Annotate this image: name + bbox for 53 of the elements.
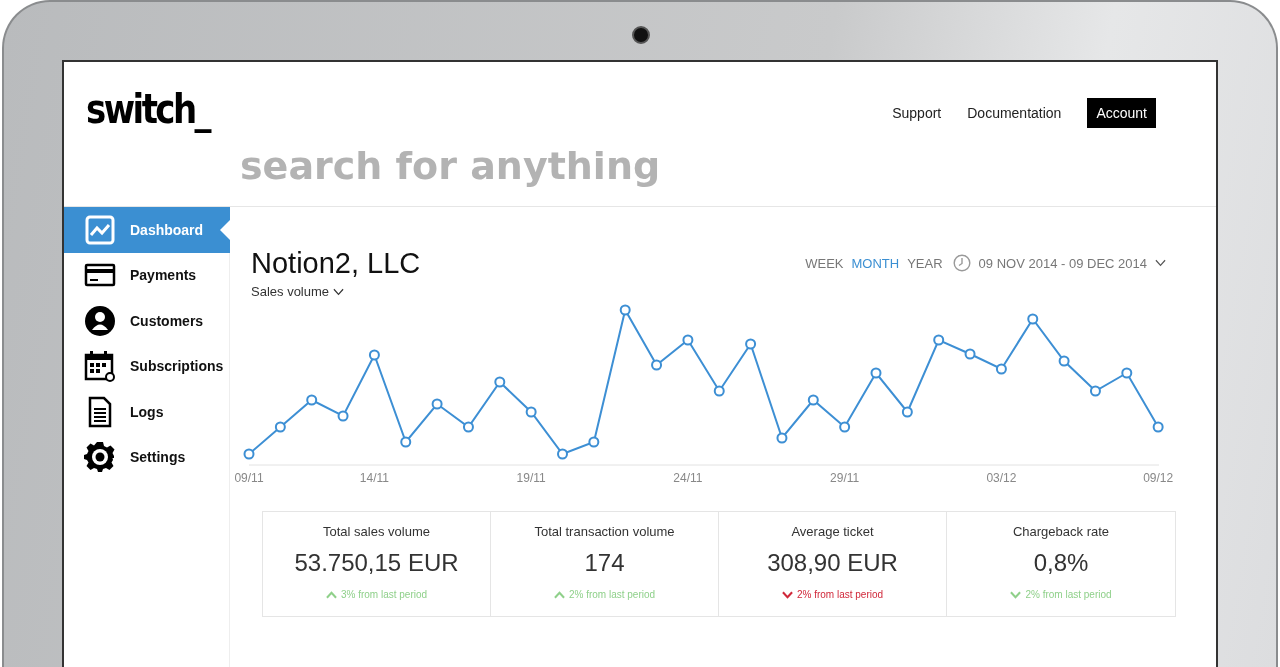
stat-value: 0,8% <box>1033 549 1089 577</box>
axis-label: 24/11 <box>673 471 703 485</box>
calendar-icon <box>84 350 116 383</box>
search-field[interactable]: search for anything <box>240 144 660 188</box>
company-title: Notion2, LLC <box>251 247 421 280</box>
period-tab[interactable]: YEAR <box>907 255 943 271</box>
sidebar-item[interactable]: Customers <box>64 298 229 344</box>
stat-value: 174 <box>584 549 625 577</box>
sidebar-item[interactable]: Payments <box>64 252 229 298</box>
stat-value: 53.750,15 EUR <box>294 549 459 577</box>
down-chevron-icon <box>1010 590 1022 599</box>
sidebar-item[interactable]: Subscriptions <box>64 343 229 389</box>
sidebar-item[interactable]: Logs <box>64 389 229 435</box>
nav-link[interactable]: Support <box>892 98 942 128</box>
settings-icon <box>84 441 116 474</box>
up-chevron-icon <box>325 590 337 599</box>
stat-label: Average ticket <box>791 524 874 539</box>
clock-icon <box>952 254 971 272</box>
logo: switch_ <box>86 86 210 132</box>
period-tab[interactable]: WEEK <box>805 255 844 271</box>
date-range-dropdown[interactable]: 09 NOV 2014 - 09 DEC 2014 <box>978 255 1166 271</box>
stat-label: Total sales volume <box>323 524 430 539</box>
axis-label: 09/12 <box>1143 471 1174 485</box>
sidebar-item[interactable]: Settings <box>64 434 229 480</box>
sidebar-label: Customers <box>130 312 204 329</box>
metric-dropdown[interactable]: Sales volume <box>251 280 345 299</box>
sidebar-label: Logs <box>130 403 164 420</box>
stat-label: Chargeback rate <box>1012 524 1110 539</box>
axis-label: 14/11 <box>359 471 389 485</box>
sidebar-label: Dashboard <box>130 221 204 238</box>
period-tab[interactable]: MONTH <box>851 255 900 271</box>
caret-icon <box>333 287 345 296</box>
axis-label: 29/11 <box>830 471 860 485</box>
caret-icon <box>1155 259 1166 267</box>
sidebar-label: Settings <box>130 449 186 466</box>
stat-label: Total transaction volume <box>534 524 675 539</box>
down-chevron-icon <box>781 590 793 599</box>
stat-value: 308,90 EUR <box>767 549 898 577</box>
change-text: 3% from last period <box>340 589 428 600</box>
axis-label: 19/11 <box>516 471 546 485</box>
up-chevron-icon <box>553 590 565 599</box>
change-text: 2% from last period <box>568 589 656 600</box>
sidebar-label: Payments <box>130 267 197 284</box>
change-text: 2% from last period <box>796 589 884 600</box>
axis-label: 09/11 <box>234 471 264 485</box>
user-icon <box>84 304 116 337</box>
sidebar-label: Subscriptions <box>130 358 224 375</box>
axis-label: 03/12 <box>986 471 1017 485</box>
camera-icon <box>632 26 650 44</box>
chart-icon <box>84 213 116 246</box>
nav-link[interactable]: Account <box>1087 98 1156 128</box>
change-text: 2% from last period <box>1025 589 1112 600</box>
nav-link[interactable]: Documentation <box>967 98 1062 128</box>
